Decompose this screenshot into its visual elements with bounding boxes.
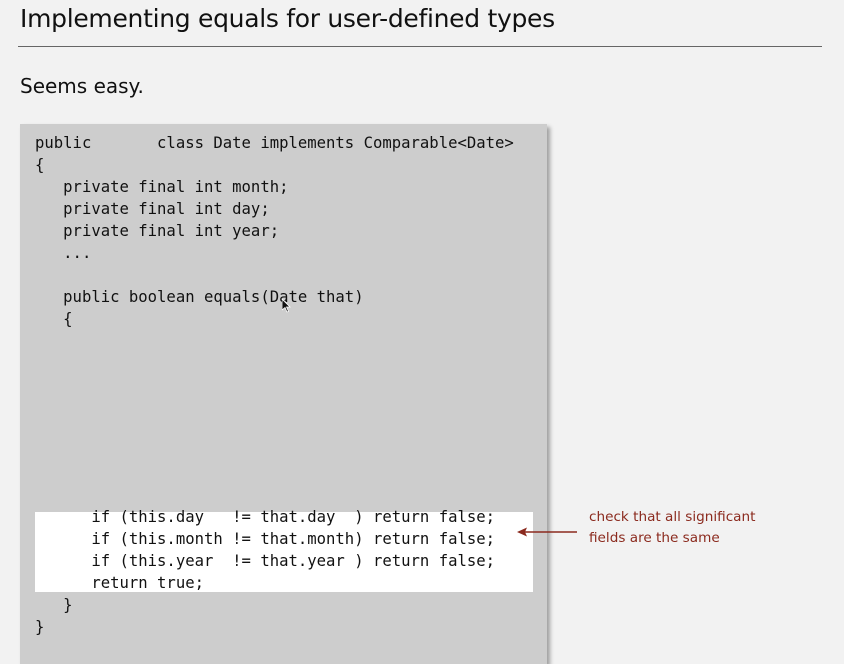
annotation-callout: check that all significant fields are th… xyxy=(589,507,755,549)
code-line: private final int day; xyxy=(35,200,270,218)
code-line: ... xyxy=(35,244,92,262)
code-line: { xyxy=(35,310,73,328)
code-line: private final int month; xyxy=(35,178,289,196)
code-line: } xyxy=(35,618,45,636)
code-panel: public class Date implements Comparable<… xyxy=(20,124,547,664)
annotation-line: check that all significant xyxy=(589,509,756,525)
code-line: if (this.day != that.day ) return false; xyxy=(35,508,496,526)
code-line: return true; xyxy=(35,574,204,592)
code-line: if (this.year != that.year ) return fals… xyxy=(35,552,496,570)
code-line: private final int year; xyxy=(35,222,280,240)
code-line: } xyxy=(35,596,73,614)
title-divider xyxy=(18,46,822,47)
code-line: public boolean equals(Date that) xyxy=(35,288,364,306)
slide-title: Implementing equals for user-defined typ… xyxy=(20,4,555,33)
slide-subtitle: Seems easy. xyxy=(20,74,144,98)
code-line: public class Date implements Comparable<… xyxy=(35,134,514,152)
code-line: if (this.month != that.month) return fal… xyxy=(35,530,496,548)
annotation-line: fields are the same xyxy=(589,530,720,546)
mouse-cursor-icon xyxy=(282,299,291,313)
arrow-left-icon xyxy=(517,527,577,537)
code-line: { xyxy=(35,156,45,174)
